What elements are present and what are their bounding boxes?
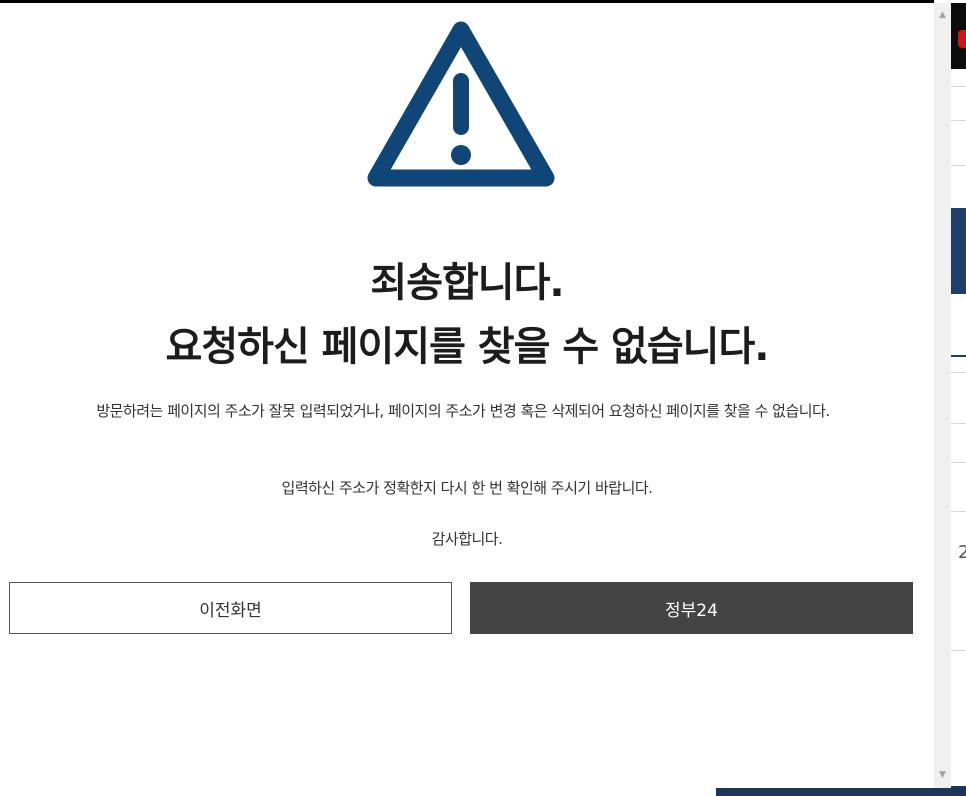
error-message: 방문하려는 페이지의 주소가 잘못 입력되었거나, 페이지의 주소가 변경 혹은… [96,402,830,420]
error-message-check: 입력하신 주소가 정확한지 다시 한 번 확인해 주시기 바랍니다. [281,479,653,497]
error-title-line1: 죄송합니다. [370,260,564,306]
previous-page-button[interactable]: 이전화면 [9,582,452,634]
scroll-down-arrow-icon[interactable]: ▼ [934,767,951,784]
background-digit: 2 [958,542,966,563]
error-dialog: 죄송합니다. 요청하신 페이지를 찾을 수 없습니다. 방문하려는 페이지의 주… [0,3,935,788]
background-red-badge [958,30,966,48]
error-title-line2: 요청하신 페이지를 찾을 수 없습니다. [165,324,770,370]
error-message-thanks: 감사합니다. [431,530,503,548]
scroll-up-arrow-icon[interactable]: ▲ [934,7,951,24]
warning-triangle-icon [367,21,555,187]
gov24-button[interactable]: 정부24 [470,582,913,634]
vertical-scrollbar[interactable]: ▲ ▼ [934,3,951,788]
